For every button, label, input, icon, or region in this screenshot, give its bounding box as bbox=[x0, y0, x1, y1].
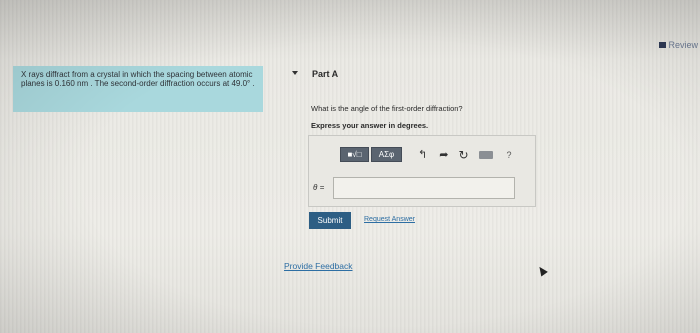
problem-statement: X rays diffract from a crystal in which … bbox=[13, 66, 263, 112]
question-text: What is the angle of the first-order dif… bbox=[311, 104, 463, 113]
math-template-button[interactable]: ■√□ bbox=[340, 147, 369, 162]
review-label: Review bbox=[668, 40, 698, 50]
redo-icon[interactable]: ➦ bbox=[439, 148, 448, 161]
collapse-chevron-icon[interactable] bbox=[292, 71, 298, 75]
reset-icon[interactable]: ↻ bbox=[458, 148, 468, 162]
undo-icon[interactable]: ↰ bbox=[418, 148, 427, 161]
answer-variable-label: θ = bbox=[313, 183, 325, 192]
review-icon bbox=[659, 42, 667, 48]
math-toolbar: ■√□ ΑΣφ ↰ ➦ ↻ ? bbox=[340, 147, 512, 162]
answer-instruction: Express your answer in degrees. bbox=[311, 121, 429, 130]
part-title: Part A bbox=[312, 69, 339, 79]
provide-feedback-link[interactable]: Provide Feedback bbox=[284, 261, 353, 271]
help-icon[interactable]: ? bbox=[507, 150, 512, 160]
answer-input[interactable] bbox=[333, 177, 515, 199]
submit-button[interactable]: Submit bbox=[309, 212, 351, 229]
request-answer-link[interactable]: Request Answer bbox=[364, 216, 415, 223]
review-link[interactable]: Review bbox=[659, 40, 698, 50]
greek-symbols-button[interactable]: ΑΣφ bbox=[371, 147, 402, 162]
keyboard-icon[interactable] bbox=[478, 150, 493, 159]
